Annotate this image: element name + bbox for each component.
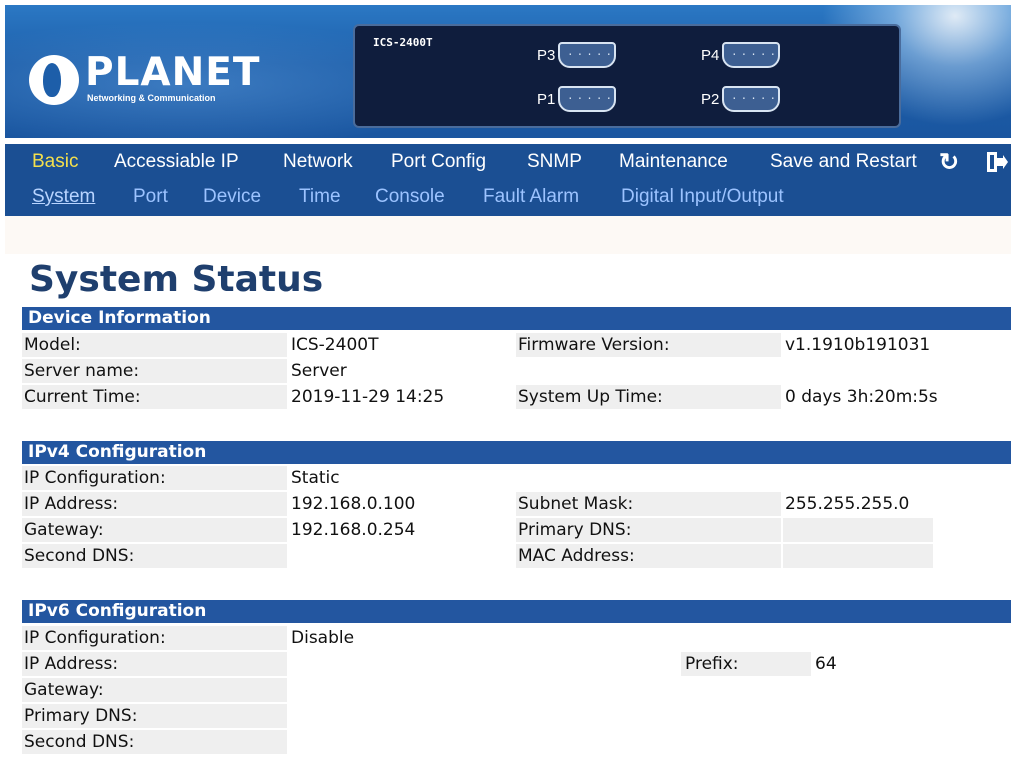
ipv6-primary-dns-label: Primary DNS: [22, 704, 287, 728]
ipv6-second-dns-label: Second DNS: [22, 730, 287, 754]
refresh-icon[interactable]: ↻ [939, 148, 959, 177]
model-label: Model: [22, 333, 287, 357]
port-p1[interactable]: P1 [537, 86, 617, 112]
planet-logo: PLANET Networking & Communication [29, 51, 260, 111]
ipv6-address-value [289, 652, 679, 676]
ipv4-address-label: IP Address: [22, 492, 287, 516]
uptime-label: System Up Time: [516, 385, 781, 409]
logo-subtext: Networking & Communication [87, 93, 216, 103]
menu-accessiable-ip[interactable]: Accessiable IP [114, 151, 239, 173]
planet-logo-icon [29, 55, 79, 105]
ipv6-gateway-label: Gateway: [22, 678, 287, 702]
mac-address-label: MAC Address: [516, 544, 781, 568]
port-p4[interactable]: P4 [701, 42, 781, 68]
submenu-digital-io[interactable]: Digital Input/Output [621, 186, 784, 208]
submenu-device[interactable]: Device [203, 186, 261, 208]
ipv4-gateway-label: Gateway: [22, 518, 287, 542]
serial-port-icon [558, 86, 617, 112]
ipv6-config-value: Disable [289, 626, 514, 650]
page-title: System Status [29, 259, 324, 300]
ipv6-header: IPv6 Configuration [22, 600, 1011, 623]
ipv6-primary-dns-value [289, 704, 514, 728]
submenu-console[interactable]: Console [375, 186, 445, 208]
menu-network[interactable]: Network [283, 151, 353, 173]
ipv4-second-dns-value [289, 544, 514, 568]
ipv4-primary-dns-value [783, 518, 933, 542]
serial-port-icon [722, 86, 781, 112]
logout-icon[interactable] [984, 150, 1008, 174]
port-label: P2 [701, 90, 720, 108]
server-name-label: Server name: [22, 359, 287, 383]
ipv4-second-dns-label: Second DNS: [22, 544, 287, 568]
port-label: P3 [537, 46, 556, 64]
prefix-label: Prefix: [681, 652, 811, 676]
ipv6-second-dns-value [289, 730, 514, 754]
menu-basic[interactable]: Basic [32, 151, 78, 173]
model-value: ICS-2400T [289, 333, 514, 357]
port-p2[interactable]: P2 [701, 86, 781, 112]
submenu-fault-alarm[interactable]: Fault Alarm [483, 186, 579, 208]
submenu-system[interactable]: System [32, 186, 95, 208]
menu-snmp[interactable]: SNMP [527, 151, 582, 173]
port-p3[interactable]: P3 [537, 42, 617, 68]
ipv6-address-label: IP Address: [22, 652, 287, 676]
main-menu: Basic Accessiable IP Network Port Config… [5, 144, 1011, 180]
subnet-mask-label: Subnet Mask: [516, 492, 781, 516]
menu-port-config[interactable]: Port Config [391, 151, 486, 173]
sub-menu: System Port Device Time Console Fault Al… [5, 180, 1011, 216]
ipv4-gateway-value: 192.168.0.254 [289, 518, 514, 542]
uptime-value: 0 days 3h:20m:5s [783, 385, 1011, 409]
port-label: P1 [537, 90, 556, 108]
device-panel: ICS-2400T P3 P4 P1 P2 [353, 24, 901, 128]
mac-address-value [783, 544, 933, 568]
device-model: ICS-2400T [373, 36, 433, 49]
ipv4-header: IPv4 Configuration [22, 441, 1011, 464]
ipv4-config-label: IP Configuration: [22, 466, 287, 490]
submenu-port[interactable]: Port [133, 186, 168, 208]
spacer-band [5, 216, 1011, 254]
ipv4-address-value: 192.168.0.100 [289, 492, 514, 516]
header-banner: PLANET Networking & Communication ICS-24… [5, 5, 1011, 138]
ipv4-config-value: Static [289, 466, 514, 490]
serial-port-icon [722, 42, 781, 68]
firmware-value: v1.1910b191031 [783, 333, 1011, 357]
firmware-label: Firmware Version: [516, 333, 781, 357]
current-time-value: 2019-11-29 14:25 [289, 385, 514, 409]
current-time-label: Current Time: [22, 385, 287, 409]
serial-port-icon [558, 42, 617, 68]
device-info-header: Device Information [22, 307, 1011, 330]
menu-save-and-restart[interactable]: Save and Restart [770, 151, 917, 173]
ipv6-config-label: IP Configuration: [22, 626, 287, 650]
subnet-mask-value: 255.255.255.0 [783, 492, 1011, 516]
server-name-value: Server [289, 359, 514, 383]
ipv4-primary-dns-label: Primary DNS: [516, 518, 781, 542]
menu-maintenance[interactable]: Maintenance [619, 151, 728, 173]
port-label: P4 [701, 46, 720, 64]
prefix-value: 64 [813, 652, 1011, 676]
logo-text: PLANET [85, 50, 261, 95]
submenu-time[interactable]: Time [299, 186, 341, 208]
ipv6-gateway-value [289, 678, 514, 702]
